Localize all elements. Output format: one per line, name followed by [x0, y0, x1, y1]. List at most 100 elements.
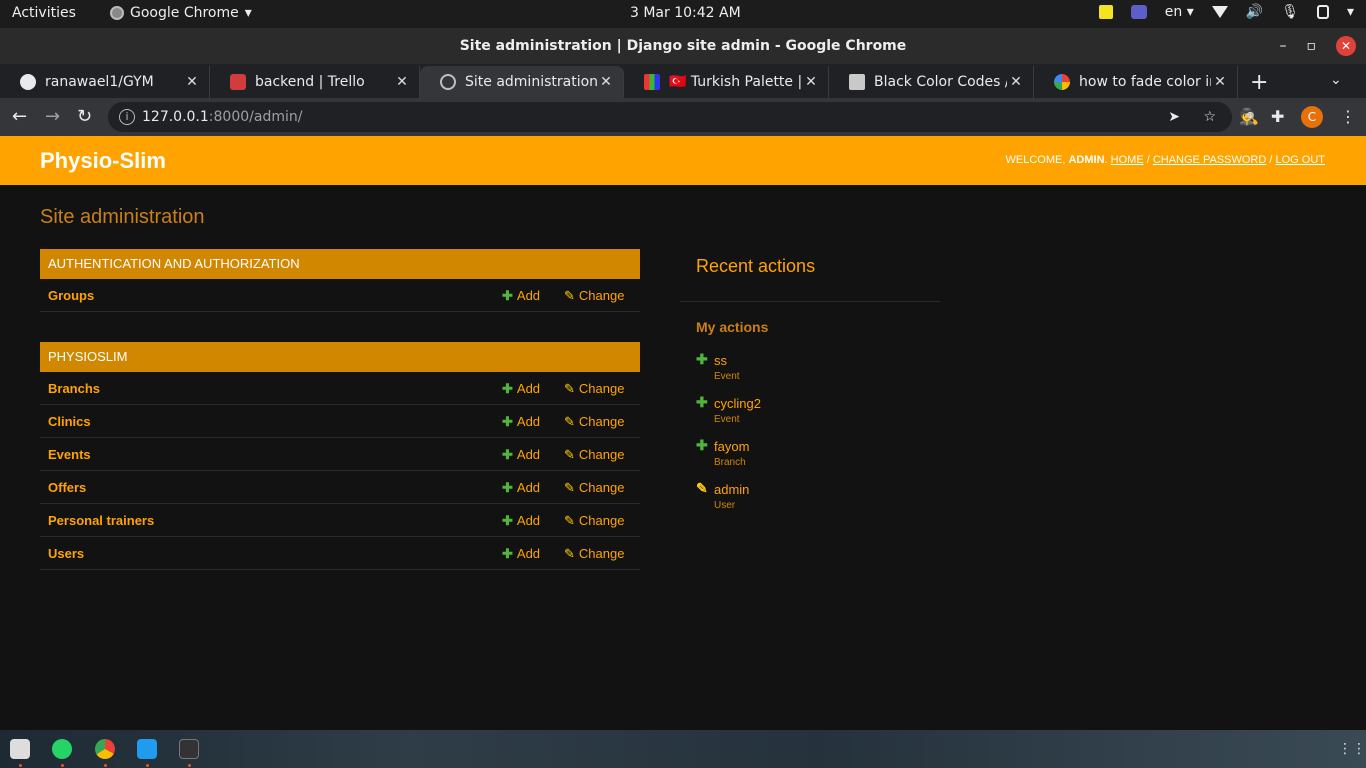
running-indicator: [146, 764, 149, 767]
tab-google-search[interactable]: how to fade color in ✕: [1034, 66, 1238, 98]
action-link[interactable]: admin: [714, 478, 940, 497]
add-link[interactable]: ✚ Add: [502, 513, 540, 529]
vscode-icon[interactable]: [137, 739, 157, 759]
microphone-icon[interactable]: 🎙: [1281, 4, 1299, 20]
tab-black-color-codes[interactable]: Black Color Codes / S ✕: [829, 66, 1034, 98]
whatsapp-icon[interactable]: [52, 739, 72, 759]
pencil-icon: ✎: [564, 480, 575, 495]
close-window-icon[interactable]: ✕: [1336, 36, 1356, 56]
send-icon[interactable]: ➤: [1168, 102, 1180, 132]
user-tools: WELCOME, ADMIN. HOME / CHANGE PASSWORD /…: [1005, 154, 1326, 166]
action-item: ✚ ss Event: [680, 349, 940, 392]
model-link[interactable]: Groups: [48, 288, 94, 303]
add-link[interactable]: ✚ Add: [502, 480, 540, 496]
battery-icon[interactable]: [1316, 5, 1329, 19]
change-link[interactable]: ✎ Change: [564, 513, 624, 529]
action-link[interactable]: fayom: [714, 435, 940, 454]
clock[interactable]: 3 Mar 10:42 AM: [630, 5, 741, 21]
tab-title: backend | Trello: [255, 74, 365, 90]
show-applications-icon[interactable]: ⋮⋮⋮: [1338, 741, 1366, 757]
model-link[interactable]: Users: [48, 546, 84, 561]
tab-title: ranawael1/GYM: [45, 74, 154, 90]
change-link[interactable]: ✎ Change: [564, 381, 624, 397]
change-password-link[interactable]: CHANGE PASSWORD: [1153, 154, 1266, 166]
site-brand[interactable]: Physio-Slim: [40, 148, 166, 174]
change-link[interactable]: ✎ Change: [564, 414, 624, 430]
volume-icon[interactable]: 🔊: [1246, 4, 1263, 20]
incognito-extension-icon[interactable]: 🕵: [1239, 107, 1259, 126]
address-bar[interactable]: i 127.0.0.1:8000/admin/ ➤ ☆: [108, 102, 1232, 132]
google-icon: [1054, 74, 1070, 90]
palette-icon: [644, 74, 660, 90]
home-link[interactable]: HOME: [1111, 154, 1144, 166]
module-caption[interactable]: Physioslim: [40, 342, 640, 372]
chrome-icon[interactable]: [95, 739, 115, 759]
pencil-icon: ✎: [564, 381, 575, 396]
model-row-events: Events ✚ Add ✎ Change: [40, 438, 640, 471]
model-link[interactable]: Personal trainers: [48, 513, 154, 528]
add-link[interactable]: ✚ Add: [502, 288, 540, 304]
recent-actions-panel: Recent actions My actions ✚ ss Event ✚ c…: [680, 256, 940, 521]
close-icon[interactable]: ✕: [393, 74, 411, 90]
window-controls: – ▫ ✕: [1280, 28, 1356, 64]
close-icon[interactable]: ✕: [802, 74, 820, 90]
trello-icon: [230, 74, 246, 90]
back-icon[interactable]: ←: [12, 106, 27, 127]
module-caption[interactable]: Authentication and Authorization: [40, 249, 640, 279]
logout-link[interactable]: LOG OUT: [1275, 154, 1325, 166]
model-link[interactable]: Offers: [48, 480, 86, 495]
change-link[interactable]: ✎ Change: [564, 447, 624, 463]
close-icon[interactable]: ✕: [1211, 74, 1229, 90]
terminal-icon[interactable]: [179, 739, 199, 759]
app-module-auth: Authentication and Authorization Groups …: [40, 249, 640, 312]
close-icon[interactable]: ✕: [1007, 74, 1025, 90]
page-content: Physio-Slim WELCOME, ADMIN. HOME / CHANG…: [0, 136, 1366, 730]
tab-title: Black Color Codes / S: [874, 74, 1007, 90]
model-row-personal-trainers: Personal trainers ✚ Add ✎ Change: [40, 504, 640, 537]
activities-button[interactable]: Activities: [12, 5, 76, 21]
language-selector[interactable]: en ▾: [1165, 4, 1194, 20]
add-link[interactable]: ✚ Add: [502, 447, 540, 463]
action-type: User: [714, 500, 736, 511]
running-indicator: [188, 764, 191, 767]
tab-search-icon[interactable]: ⌄: [1330, 72, 1342, 88]
bookmark-star-icon[interactable]: ☆: [1203, 102, 1216, 132]
add-icon: ✚: [502, 480, 513, 495]
model-link[interactable]: Branchs: [48, 381, 100, 396]
extensions-icon[interactable]: ✚: [1271, 107, 1284, 126]
model-link[interactable]: Clinics: [48, 414, 91, 429]
files-icon[interactable]: [10, 739, 30, 759]
reload-icon[interactable]: ↻: [77, 106, 92, 127]
tab-site-administration[interactable]: Site administration | D ✕: [420, 66, 624, 98]
minimize-icon[interactable]: –: [1280, 28, 1287, 64]
notes-icon[interactable]: [1098, 5, 1113, 19]
maximize-icon[interactable]: ▫: [1307, 28, 1317, 64]
add-link[interactable]: ✚ Add: [502, 546, 540, 562]
close-icon[interactable]: ✕: [183, 74, 201, 90]
pencil-icon: ✎: [564, 546, 575, 561]
new-tab-button[interactable]: +: [1250, 70, 1268, 95]
change-link[interactable]: ✎ Change: [564, 480, 624, 496]
app-menu[interactable]: Google Chrome ▾: [110, 5, 252, 21]
profile-avatar[interactable]: C: [1301, 106, 1323, 128]
wifi-icon[interactable]: [1211, 6, 1228, 18]
color-icon: [849, 74, 865, 90]
change-link[interactable]: ✎ Change: [564, 546, 624, 562]
system-menu-caret[interactable]: ▾: [1347, 4, 1354, 20]
tab-turkish-palette[interactable]: 🇹🇷 Turkish Palette | F ✕: [624, 66, 829, 98]
tab-github[interactable]: ranawael1/GYM ✕: [0, 66, 210, 98]
forward-icon[interactable]: →: [45, 106, 60, 127]
teams-icon[interactable]: [1130, 5, 1147, 19]
tab-title: 🇹🇷 Turkish Palette | F: [669, 74, 802, 90]
change-link[interactable]: ✎ Change: [564, 288, 624, 304]
action-link[interactable]: ss: [714, 349, 940, 368]
add-icon: ✚: [696, 351, 708, 367]
add-link[interactable]: ✚ Add: [502, 381, 540, 397]
model-link[interactable]: Events: [48, 447, 91, 462]
add-link[interactable]: ✚ Add: [502, 414, 540, 430]
close-icon[interactable]: ✕: [597, 74, 615, 90]
menu-kebab-icon[interactable]: ⋮: [1340, 107, 1356, 126]
tab-trello[interactable]: backend | Trello ✕: [210, 66, 420, 98]
action-link[interactable]: cycling2: [714, 392, 940, 411]
site-info-icon[interactable]: i: [119, 109, 135, 125]
